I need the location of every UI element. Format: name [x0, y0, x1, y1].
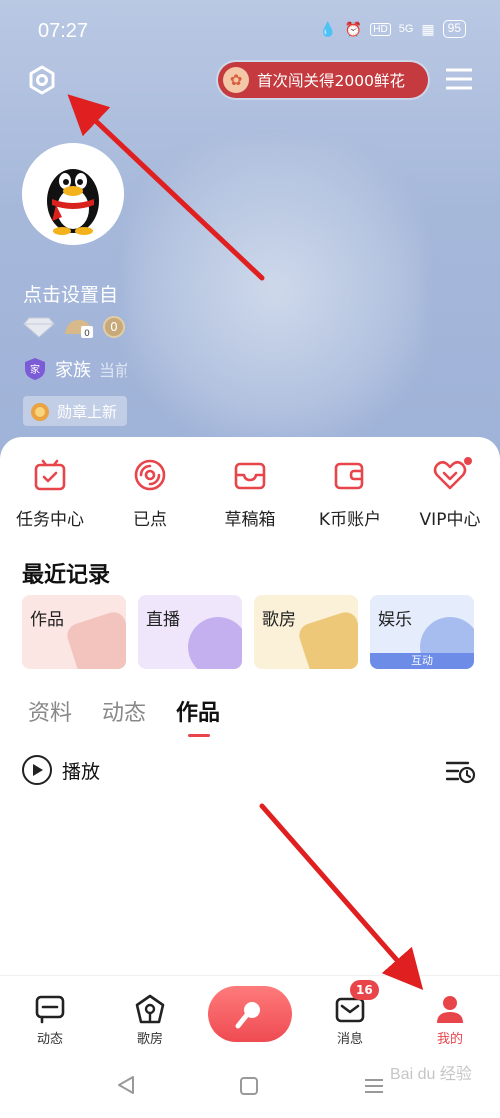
- medal-text: 勋章上新: [57, 402, 118, 421]
- diamond-icon: [23, 317, 55, 338]
- recent-card-song-room[interactable]: 歌房: [254, 595, 358, 669]
- recent-records-list: 作品 直播 歌房 娱乐 互动: [22, 595, 474, 669]
- hd-icon: HD: [370, 22, 391, 36]
- helmet-icon: 0: [65, 320, 93, 338]
- recent-card-entertainment[interactable]: 娱乐 互动: [370, 595, 474, 669]
- svg-text:家: 家: [30, 363, 40, 376]
- status-time: 07:27: [38, 20, 89, 42]
- shortcut-k-coin[interactable]: K币账户: [300, 457, 400, 530]
- drafts-icon: [234, 462, 266, 490]
- me-person-icon: [437, 996, 463, 1023]
- recent-card-label: 直播: [146, 610, 180, 630]
- shortcut-label: VIP中心: [419, 510, 481, 530]
- live-tv-icon: [180, 609, 242, 669]
- avatar[interactable]: [22, 143, 124, 245]
- song-room-house-icon: [135, 994, 165, 1024]
- shortcut-label: K币账户: [318, 510, 382, 530]
- ordered-songs-icon: [134, 459, 166, 491]
- battery-indicator: 95: [442, 20, 466, 38]
- shortcut-label: 草稿箱: [224, 510, 276, 530]
- shortcut-ordered[interactable]: 已点: [100, 457, 200, 530]
- promo-banner-button[interactable]: ✿ 首次闯关得2000鲜花: [218, 62, 428, 98]
- vip-heart-icon: [433, 460, 467, 490]
- play-all-button[interactable]: 播放: [22, 755, 100, 785]
- recent-records-title: 最近记录: [22, 563, 111, 588]
- shortcut-task-center[interactable]: 任务中心: [0, 457, 100, 530]
- sing-button[interactable]: [208, 986, 292, 1042]
- recent-card-label: 娱乐: [378, 610, 412, 630]
- tab-profile[interactable]: 资料: [28, 695, 72, 727]
- profile-tabs: 资料 动态 作品: [28, 695, 220, 737]
- nav-label: 歌房: [136, 1032, 163, 1047]
- family-sub: 当前: [99, 361, 127, 380]
- feed-chat-icon: [35, 995, 65, 1024]
- vip-notification-dot: [464, 457, 472, 465]
- nav-label: 动态: [36, 1032, 63, 1047]
- medal-banner[interactable]: 勋章上新: [23, 396, 127, 426]
- home-square-icon[interactable]: [240, 1077, 258, 1095]
- recent-apps-icon[interactable]: [364, 1077, 384, 1095]
- family-shield-icon: 家: [25, 358, 45, 380]
- settings-gear-icon: [29, 65, 55, 95]
- coin-icon: 0: [103, 316, 125, 338]
- recent-card-live[interactable]: 直播: [138, 595, 242, 669]
- nickname-hint[interactable]: 点击设置自: [23, 280, 123, 307]
- nav-song-room[interactable]: 歌房: [100, 976, 200, 1055]
- watermark: Bai du 经验: [390, 1066, 472, 1083]
- badge-row: 0 0: [23, 316, 125, 338]
- promo-text: 首次闯关得2000鲜花: [257, 72, 405, 90]
- microphone-icon: [235, 1002, 260, 1029]
- bottom-navigation: 动态 歌房 消息 我的 16: [0, 975, 500, 1055]
- alarm-icon: ⏰: [344, 20, 363, 37]
- nav-label: 消息: [336, 1032, 363, 1047]
- nav-me[interactable]: 我的: [400, 976, 500, 1055]
- message-count-badge: 16: [350, 980, 379, 1000]
- medal-icon: [31, 403, 49, 421]
- family-label: 家族: [55, 360, 91, 381]
- family-row[interactable]: 家 家族 当前: [23, 356, 127, 382]
- interactive-tag: 互动: [370, 653, 474, 669]
- list-clock-icon: [445, 761, 476, 784]
- status-icons: 💧 ⏰ HD 5G ▦ 95: [319, 20, 466, 38]
- shortcut-drafts[interactable]: 草稿箱: [200, 457, 300, 530]
- vinyl-disc-icon: [64, 609, 126, 669]
- shortcut-label: 任务中心: [16, 510, 84, 530]
- blurred-profile-area: [125, 140, 425, 440]
- nav-label: 我的: [436, 1032, 463, 1047]
- back-triangle-icon[interactable]: [117, 1075, 135, 1095]
- water-drop-icon: 💧: [319, 20, 337, 37]
- tab-works[interactable]: 作品: [176, 695, 220, 737]
- penguin-avatar-icon: [22, 143, 124, 245]
- settings-button[interactable]: [26, 64, 58, 96]
- play-icon: [22, 755, 52, 785]
- main-card: 任务中心 已点 草稿箱 K币账户 VIP中心 最近记录 作品 直播 歌房 娱乐 …: [0, 437, 500, 977]
- shortcut-row: 任务中心 已点 草稿箱 K币账户 VIP中心: [0, 457, 500, 530]
- wallet-icon: [334, 462, 364, 490]
- shortcut-label: 已点: [133, 510, 167, 530]
- recent-card-label: 歌房: [262, 610, 296, 630]
- shortcut-vip[interactable]: VIP中心: [400, 457, 500, 530]
- menu-button[interactable]: [445, 66, 473, 92]
- task-center-icon: [34, 459, 66, 491]
- song-room-icon: [296, 609, 358, 669]
- signal-icon: ▦: [421, 20, 435, 37]
- list-sort-button[interactable]: [445, 759, 476, 785]
- hamburger-menu-icon: [445, 68, 473, 90]
- recent-card-works[interactable]: 作品: [22, 595, 126, 669]
- network-label: 5G: [398, 23, 414, 35]
- flower-icon: ✿: [223, 67, 249, 93]
- recent-card-label: 作品: [30, 610, 64, 630]
- tab-feed[interactable]: 动态: [102, 695, 146, 727]
- nav-feed[interactable]: 动态: [0, 976, 100, 1055]
- svg-text:0: 0: [84, 329, 90, 338]
- status-bar: 07:27 💧 ⏰ HD 5G ▦ 95: [0, 0, 500, 60]
- play-label: 播放: [62, 760, 101, 783]
